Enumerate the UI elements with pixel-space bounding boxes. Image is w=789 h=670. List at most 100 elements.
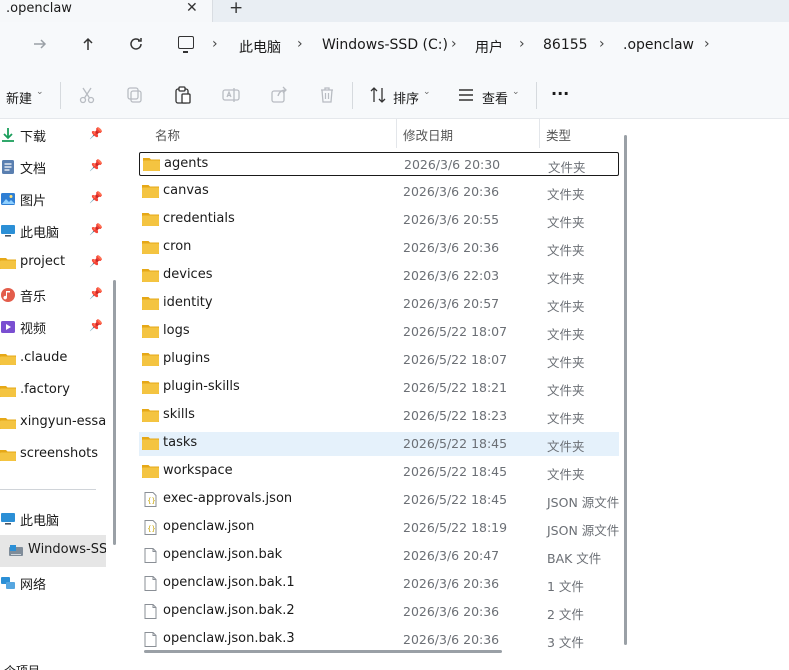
sidebar-item-project[interactable]: project 📌 [0, 247, 106, 279]
arrow-up-icon[interactable] [78, 36, 98, 56]
table-row[interactable]: openclaw.json.bak 2026/3/6 20:47 BAK 文件 [139, 544, 619, 568]
column-divider[interactable] [396, 119, 397, 148]
rename-icon[interactable] [221, 85, 241, 105]
file-name: openclaw.json.bak [163, 547, 283, 562]
chevron-right-icon[interactable]: › [519, 36, 525, 52]
more-options-button[interactable]: ··· [551, 84, 569, 103]
navigation-pane: 下载 📌 文档 📌 图片 📌 此电脑 📌 project 📌 音乐 📌 视频 📌… [0, 119, 106, 660]
chevron-down-icon[interactable]: ⌄ [512, 87, 520, 97]
copy-icon[interactable] [125, 85, 145, 105]
chevron-right-icon[interactable]: › [297, 36, 303, 52]
pin-icon[interactable]: 📌 [89, 191, 103, 204]
delete-icon[interactable] [317, 85, 337, 105]
view-button[interactable]: 查看 [482, 88, 508, 107]
chevron-down-icon[interactable]: ⌄ [36, 87, 44, 97]
table-row[interactable]: canvas 2026/3/6 20:36 文件夹 [139, 180, 619, 204]
table-row[interactable]: devices 2026/3/6 22:03 文件夹 [139, 264, 619, 288]
breadcrumb-users[interactable]: 用户 [475, 37, 503, 57]
column-header-date[interactable]: 修改日期 [403, 125, 453, 144]
table-row[interactable]: credentials 2026/3/6 20:55 文件夹 [139, 208, 619, 232]
breadcrumb-openclaw[interactable]: .openclaw [623, 37, 694, 53]
new-tab-icon[interactable]: + [229, 0, 243, 18]
tab-openclaw[interactable]: .openclaw ✕ [0, 0, 213, 22]
pin-icon[interactable]: 📌 [89, 319, 103, 332]
sidebar-item-windows-ssd[interactable]: Windows-SSD [0, 535, 106, 567]
table-row[interactable]: identity 2026/3/6 20:57 文件夹 [139, 292, 619, 316]
sidebar-item-videos[interactable]: 视频 📌 [0, 311, 106, 343]
view-icon[interactable] [456, 85, 476, 105]
sidebar-item-xingyun-essay[interactable]: xingyun-essay [0, 407, 106, 439]
table-row[interactable]: logs 2026/5/22 18:07 文件夹 [139, 320, 619, 344]
file-type: JSON 源文件 [547, 495, 620, 510]
column-header-type[interactable]: 类型 [546, 125, 571, 144]
table-row[interactable]: openclaw.json.bak.3 2026/3/6 20:36 3 文件 [139, 628, 619, 652]
pin-icon[interactable]: 📌 [89, 159, 103, 172]
file-list-horizontal-scrollbar[interactable] [144, 650, 502, 653]
refresh-icon[interactable] [126, 36, 146, 56]
arrow-right-icon[interactable] [30, 36, 50, 56]
pin-icon[interactable]: 📌 [89, 287, 103, 300]
sidebar-item-label: xingyun-essay [20, 414, 106, 429]
new-button[interactable]: 新建 [6, 88, 32, 107]
column-header-name[interactable]: 名称 [155, 125, 180, 144]
column-divider[interactable] [539, 119, 540, 148]
cut-icon[interactable] [77, 85, 97, 105]
pin-icon[interactable]: 📌 [89, 255, 103, 268]
sidebar-item-this-pc[interactable]: 此电脑 📌 [0, 215, 106, 247]
breadcrumb-user[interactable]: 86155 [543, 37, 588, 53]
sidebar-item-screenshots[interactable]: screenshots [0, 439, 106, 471]
file-type: 1 文件 [547, 579, 584, 594]
sidebar-item-pictures[interactable]: 图片 📌 [0, 183, 106, 215]
sidebar-item-label: 网络 [20, 578, 47, 593]
table-row[interactable]: workspace 2026/5/22 18:45 文件夹 [139, 460, 619, 484]
sort-icon[interactable] [368, 85, 388, 105]
sidebar-item-label: 此电脑 [20, 226, 60, 241]
chevron-right-icon[interactable]: › [704, 36, 710, 52]
table-row[interactable]: tasks 2026/5/22 18:45 文件夹 [139, 432, 619, 456]
sidebar-item-music[interactable]: 音乐 📌 [0, 279, 106, 311]
file-type: 文件夹 [547, 215, 585, 230]
table-row[interactable]: cron 2026/3/6 20:36 文件夹 [139, 236, 619, 260]
chevron-down-icon[interactable]: ⌄ [423, 87, 431, 97]
file-name: identity [163, 295, 213, 310]
table-row[interactable]: {} exec-approvals.json 2026/5/22 18:45 JSON… [139, 488, 619, 512]
share-icon[interactable] [269, 85, 289, 105]
file-modified-date: 2026/3/6 20:57 [403, 296, 500, 311]
pin-icon[interactable]: 📌 [89, 223, 103, 236]
pin-icon[interactable]: 📌 [89, 127, 103, 140]
chevron-right-icon[interactable]: › [599, 36, 605, 52]
sidebar-item-claude[interactable]: .claude [0, 343, 106, 375]
sidebar-item-this-pc-tree[interactable]: 此电脑 [0, 503, 106, 535]
sidebar-item-factory[interactable]: .factory [0, 375, 106, 407]
sort-button[interactable]: 排序 [393, 88, 419, 107]
file-type: JSON 源文件 [547, 523, 620, 538]
breadcrumb-this-pc[interactable]: 此电脑 [239, 37, 281, 57]
sidebar-scrollbar[interactable] [113, 280, 116, 545]
computer-icon[interactable] [178, 36, 194, 53]
chevron-right-icon[interactable]: › [212, 36, 218, 52]
sidebar-divider [0, 489, 96, 490]
folder-icon [0, 415, 16, 431]
sidebar-item-network[interactable]: 网络 [0, 567, 106, 599]
table-row[interactable]: openclaw.json.bak.1 2026/3/6 20:36 1 文件 [139, 572, 619, 596]
sidebar-item-downloads[interactable]: 下载 📌 [0, 119, 106, 151]
address-row: › 此电脑 › Windows-SSD (C:) › 用户 › 86155 › … [0, 22, 789, 72]
breadcrumb-drive[interactable]: Windows-SSD (C:) [322, 37, 448, 53]
file-list-scrollbar[interactable] [624, 135, 627, 645]
sidebar-item-label: 图片 [20, 194, 47, 209]
sidebar-item-documents[interactable]: 文档 📌 [0, 151, 106, 183]
paste-icon[interactable] [173, 85, 193, 105]
table-row[interactable]: plugin-skills 2026/5/22 18:21 文件夹 [139, 376, 619, 400]
table-row[interactable]: openclaw.json.bak.2 2026/3/6 20:36 2 文件 [139, 600, 619, 624]
sidebar-item-label: .claude [20, 350, 68, 365]
table-row[interactable]: plugins 2026/5/22 18:07 文件夹 [139, 348, 619, 372]
close-icon[interactable]: ✕ [186, 0, 198, 16]
file-name: plugin-skills [163, 379, 240, 394]
chevron-right-icon[interactable]: › [451, 36, 457, 52]
table-row[interactable]: {} openclaw.json 2026/5/22 18:19 JSON 源文件 [139, 516, 619, 540]
table-row[interactable]: skills 2026/5/22 18:23 文件夹 [139, 404, 619, 428]
table-row[interactable]: agents 2026/3/6 20:30 文件夹 [139, 152, 619, 176]
folder-icon [142, 324, 159, 339]
file-modified-date: 2026/5/22 18:45 [403, 492, 508, 507]
file-modified-date: 2026/5/22 18:45 [403, 464, 508, 479]
